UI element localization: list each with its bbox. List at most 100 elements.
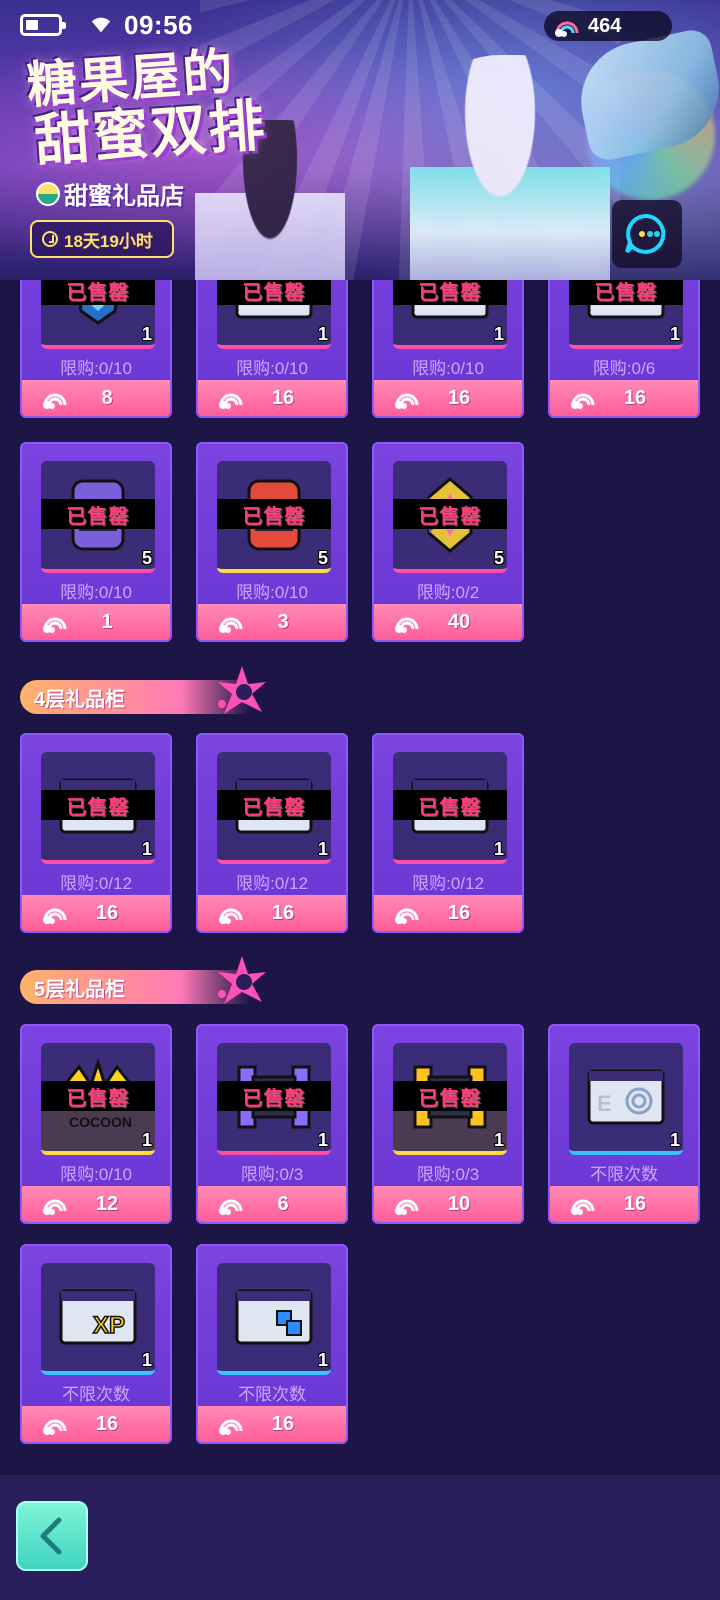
item-price: 6	[277, 1192, 289, 1215]
shop-item-card[interactable]: 已售罄 5 限购:0/10 3	[196, 442, 348, 642]
currency-counter[interactable]: 464	[544, 11, 672, 41]
sold-out-banner: 已售罄	[217, 499, 331, 529]
shop-item-card[interactable]: 已售罄 1 限购:0/12 16	[20, 733, 172, 933]
shop-item-card[interactable]: E 1 不限次数 16	[548, 1024, 700, 1224]
item-price: 16	[447, 386, 471, 409]
price-bar[interactable]: 8	[22, 380, 170, 416]
item-quantity: 1	[141, 839, 152, 859]
shop-item-card[interactable]: 1 不限次数 16	[196, 1244, 348, 1444]
item-price: 12	[95, 1192, 119, 1215]
item-quantity: 1	[669, 1130, 680, 1150]
purchase-limit: 限购:0/10	[60, 359, 132, 378]
item-quantity: 5	[141, 548, 152, 568]
price-bar[interactable]: 16	[22, 895, 170, 931]
item-price: 16	[271, 386, 295, 409]
item-image: XP	[41, 1263, 155, 1375]
svg-text:XP: XP	[93, 1312, 125, 1339]
shop-item-card[interactable]: 已售罄 1 限购:0/3 10	[372, 1024, 524, 1224]
back-button[interactable]	[16, 1501, 88, 1571]
price-bar[interactable]: 16	[198, 1406, 346, 1442]
purchase-limit: 限购:0/10	[236, 359, 308, 378]
item-card-xp-art: XP	[59, 1289, 137, 1345]
rainbow-icon	[395, 908, 419, 924]
item-image: 已售罄	[217, 461, 331, 573]
item-quantity: 5	[493, 548, 504, 568]
shop-item-card[interactable]: XP 1 不限次数 16	[20, 1244, 172, 1444]
price-bar[interactable]: 6	[198, 1186, 346, 1222]
battery-icon	[20, 14, 66, 36]
price-bar[interactable]: 16	[198, 380, 346, 416]
shop-logo-icon	[36, 181, 60, 206]
item-quantity: 1	[317, 1350, 328, 1370]
shop-item-card[interactable]: 已售罄 1 限购:0/12 16	[372, 733, 524, 933]
item-quantity: 5	[317, 548, 328, 568]
wifi-icon	[90, 14, 112, 36]
price-bar[interactable]: 10	[374, 1186, 522, 1222]
sold-out-label: 已售罄	[418, 1087, 482, 1110]
clock-icon	[42, 231, 58, 247]
item-image: 已售罄	[217, 1043, 331, 1155]
item-price: 8	[101, 386, 113, 409]
rainbow-icon	[395, 617, 419, 633]
shop-item-card[interactable]: 已售罄 1 限购:0/12 16	[196, 733, 348, 933]
item-image: 已售罄	[41, 461, 155, 573]
sold-out-banner: 已售罄	[41, 499, 155, 529]
rainbow-icon	[43, 617, 67, 633]
purchase-limit: 不限次数	[238, 1385, 306, 1404]
rainbow-icon	[571, 393, 595, 409]
sold-out-banner: 已售罄	[393, 790, 507, 820]
item-image: 已售罄	[217, 752, 331, 864]
item-price: 16	[95, 1412, 119, 1435]
shop-name-label: 甜蜜礼品店	[64, 183, 184, 210]
rainbow-icon	[43, 908, 67, 924]
price-bar[interactable]: 40	[374, 604, 522, 640]
shop-item-card[interactable]: 已售罄 5 限购:0/10 1	[20, 442, 172, 642]
price-bar[interactable]: 12	[22, 1186, 170, 1222]
shop-item-card[interactable]: 已售罄 5 限购:0/2 40	[372, 442, 524, 642]
event-banner: 09:56 464 糖果屋的 甜蜜双排 甜蜜礼品店 18天19小时	[0, 0, 720, 280]
purchase-limit: 限购:0/10	[60, 583, 132, 602]
sold-out-label: 已售罄	[418, 796, 482, 819]
section-title: 5层礼品柜	[34, 978, 126, 1001]
purchase-limit: 不限次数	[62, 1385, 130, 1404]
item-quantity: 1	[141, 324, 152, 344]
chevron-left-icon	[40, 1517, 62, 1555]
shop-name: 甜蜜礼品店	[36, 176, 184, 211]
price-bar[interactable]: 16	[374, 380, 522, 416]
purchase-limit: 不限次数	[590, 1165, 658, 1184]
chat-button[interactable]	[612, 200, 682, 268]
rainbow-icon	[219, 1419, 243, 1435]
sold-out-banner: 已售罄	[393, 1081, 507, 1111]
price-bar[interactable]: 1	[22, 604, 170, 640]
item-quantity: 1	[493, 839, 504, 859]
price-bar[interactable]: 16	[550, 380, 698, 416]
price-bar[interactable]: 16	[374, 895, 522, 931]
shop-item-card[interactable]: COCOON 已售罄 1 限购:0/10 12	[20, 1024, 172, 1224]
item-quantity: 1	[317, 1130, 328, 1150]
purchase-limit: 限购:0/10	[412, 359, 484, 378]
price-bar[interactable]: 16	[22, 1406, 170, 1442]
rainbow-icon	[219, 393, 243, 409]
price-bar[interactable]: 16	[198, 895, 346, 931]
item-price: 10	[447, 1192, 471, 1215]
svg-text:E: E	[597, 1091, 612, 1116]
item-price: 16	[623, 1192, 647, 1215]
event-title: 糖果屋的 甜蜜双排	[25, 42, 268, 172]
rainbow-icon	[219, 908, 243, 924]
price-bar[interactable]: 3	[198, 604, 346, 640]
chat-pacman-icon	[625, 214, 666, 254]
sold-out-banner: 已售罄	[41, 790, 155, 820]
price-bar[interactable]: 16	[550, 1186, 698, 1222]
bottom-bar	[0, 1475, 720, 1600]
item-price: 40	[447, 610, 471, 633]
purchase-limit: 限购:0/2	[416, 583, 480, 602]
item-image: E	[569, 1043, 683, 1155]
purchase-limit: 限购:0/12	[60, 874, 132, 893]
sold-out-banner: 已售罄	[217, 790, 331, 820]
item-image	[217, 1263, 331, 1375]
shop-item-card[interactable]: 已售罄 1 限购:0/3 6	[196, 1024, 348, 1224]
item-price: 16	[271, 1412, 295, 1435]
rainbow-icon	[395, 393, 419, 409]
item-card-target-art: E	[587, 1069, 665, 1125]
item-quantity: 1	[317, 839, 328, 859]
